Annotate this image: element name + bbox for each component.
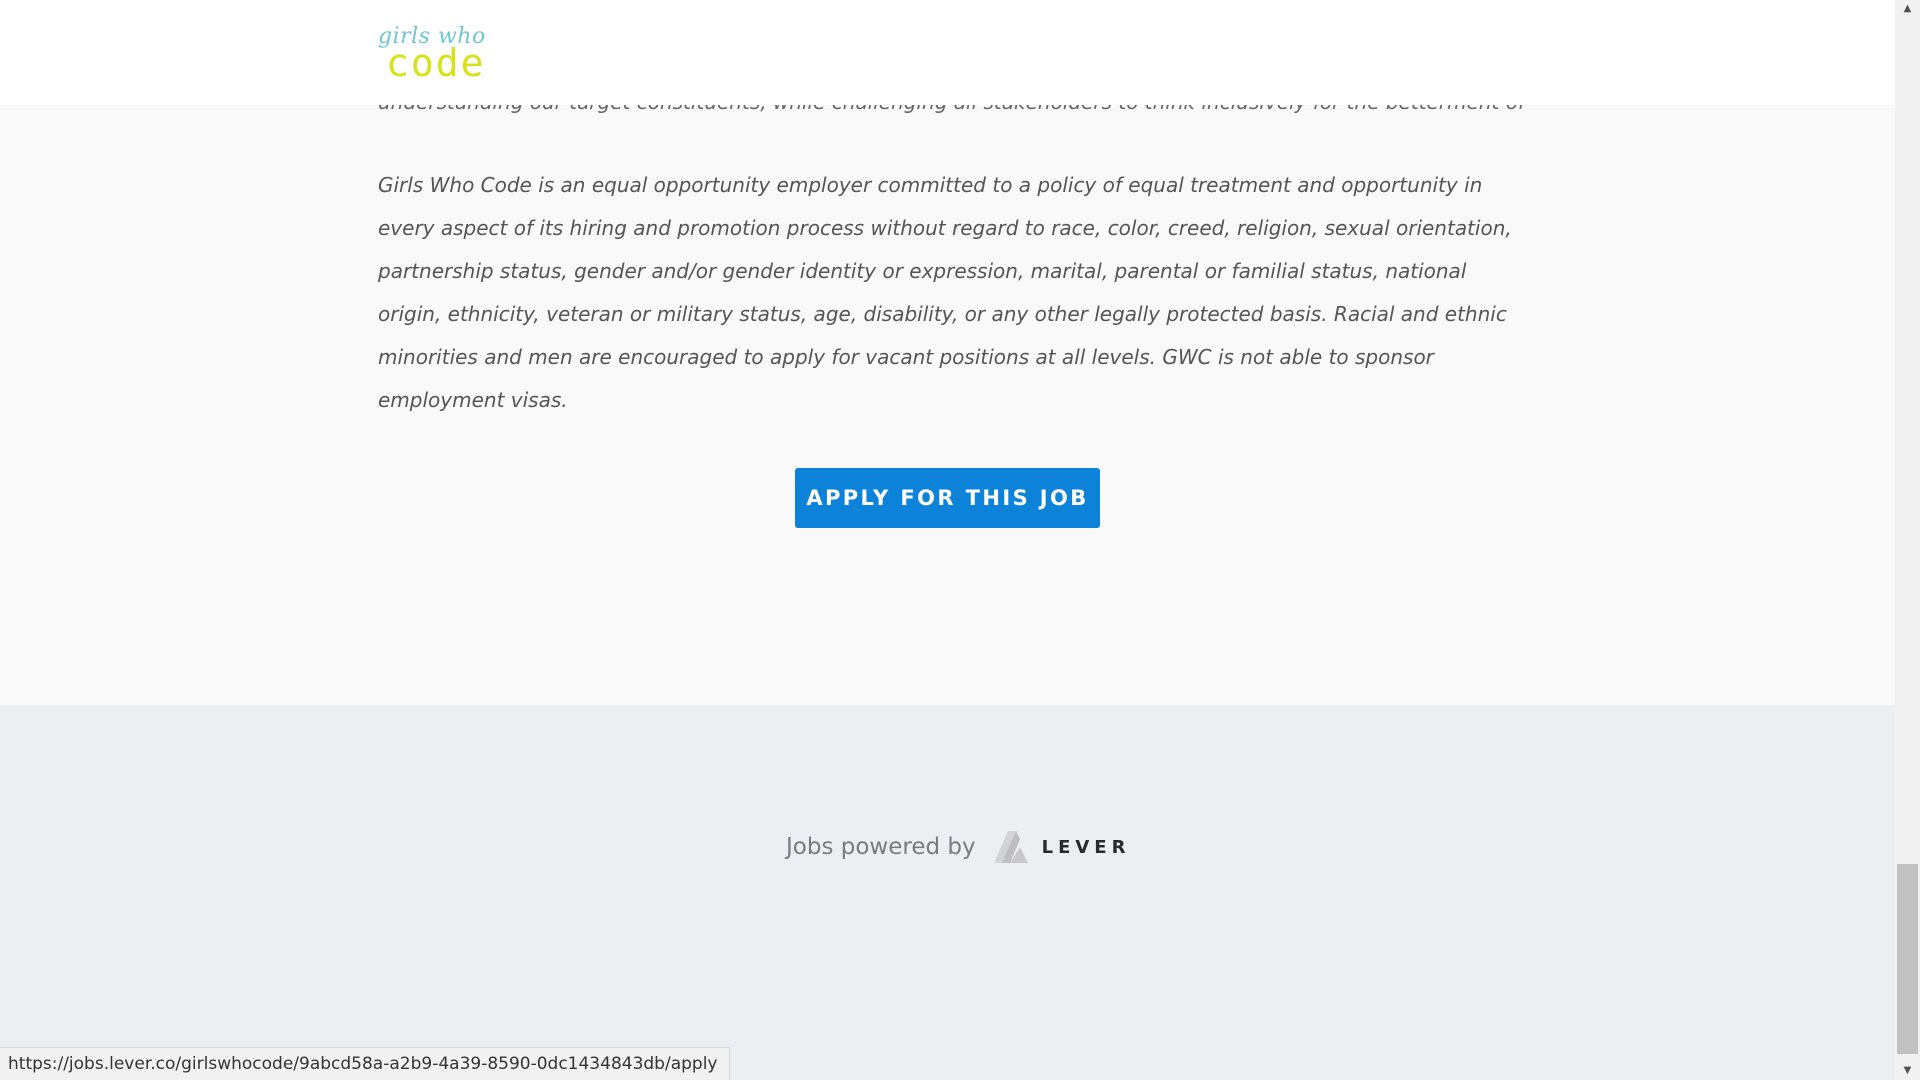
powered-by-text: Jobs powered by xyxy=(786,834,976,860)
lever-logo-icon xyxy=(993,831,1028,863)
logo-text-bottom: code xyxy=(386,41,486,85)
powered-by-lever[interactable]: Jobs powered by LEVER xyxy=(786,827,1130,867)
page-footer: Jobs powered by LEVER xyxy=(0,705,1895,1080)
job-description: understanding our target constituents, w… xyxy=(378,84,1528,422)
browser-viewport: girls who code understanding our target … xyxy=(0,0,1895,1080)
eeo-statement: Girls Who Code is an equal opportunity e… xyxy=(378,173,1512,412)
status-bar-url: https://jobs.lever.co/girlswhocode/9abcd… xyxy=(0,1047,731,1080)
site-header: girls who code xyxy=(0,0,1895,105)
girls-who-code-logo[interactable]: girls who code xyxy=(376,24,496,85)
apply-for-this-job-button[interactable]: APPLY FOR THIS JOB xyxy=(795,468,1100,528)
lever-wordmark: LEVER xyxy=(1041,836,1131,858)
scroll-down-arrow-icon[interactable]: ▼ xyxy=(1895,1062,1920,1080)
apply-section: APPLY FOR THIS JOB xyxy=(795,468,1100,528)
vertical-scrollbar[interactable]: ▲ ▼ xyxy=(1895,0,1920,1080)
scroll-up-arrow-icon[interactable]: ▲ xyxy=(1895,0,1920,18)
scrollbar-thumb[interactable] xyxy=(1897,864,1918,1054)
